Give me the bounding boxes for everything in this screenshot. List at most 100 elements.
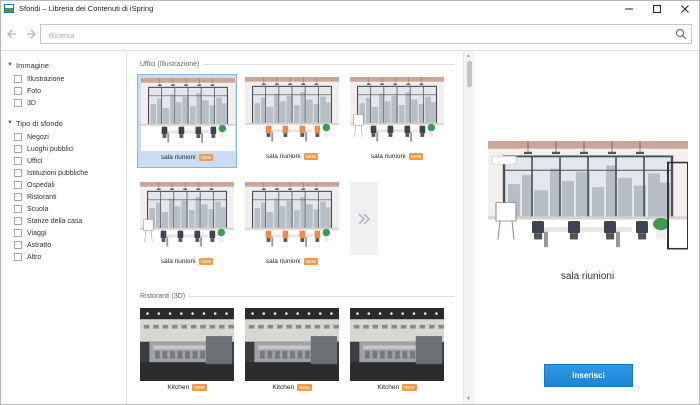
filter-group-title: Tipo di sfondo [16, 118, 63, 128]
checkbox[interactable] [14, 253, 22, 261]
background-tile[interactable]: sala riunioni NEW [137, 179, 237, 273]
filter-option[interactable]: Stanze della casa [1, 215, 126, 227]
filter-option-label: Negozi [27, 133, 49, 141]
thumbnail [350, 77, 444, 150]
filter-option-label: Stanze della casa [27, 217, 83, 225]
checkbox[interactable] [14, 193, 22, 201]
thumbnail [350, 308, 444, 381]
maximize-button[interactable] [643, 1, 671, 16]
section-header: Ristoranti (3D) [140, 293, 454, 300]
background-tile[interactable]: Kitchen NEW [137, 305, 237, 399]
checkbox[interactable] [14, 75, 22, 83]
filter-option[interactable]: Luoghi pubblici [1, 143, 126, 155]
filter-group-header[interactable]: ▼ Immagine [1, 59, 126, 71]
arrow-left-icon [7, 29, 16, 39]
tile-caption: Kitchen [167, 384, 190, 391]
section-title: Uffici (Illustrazione) [140, 61, 200, 68]
new-badge: NEW [297, 384, 312, 391]
thumbnail [245, 308, 339, 381]
checkbox[interactable] [14, 169, 22, 177]
section-header: Uffici (Illustrazione) [140, 61, 454, 68]
gallery-panel: Uffici (Illustrazione) sala riunioni NEW … [128, 50, 462, 404]
chevron-down-icon: ▼ [7, 62, 13, 68]
filter-group-title: Immagine [16, 60, 49, 70]
filter-option[interactable]: Astratto [1, 239, 126, 251]
scrollbar-thumb[interactable] [467, 61, 472, 87]
checkbox[interactable] [14, 241, 22, 249]
title-bar: Sfondi – Libreria dei Contenuti di iSpri… [1, 1, 699, 16]
filter-option-label: Foto [27, 87, 42, 95]
filter-option-label: Istituzioni pubbliche [27, 169, 89, 177]
new-badge: NEW [198, 154, 214, 161]
new-badge: NEW [408, 153, 424, 160]
filter-option[interactable]: Illustrazione [1, 73, 126, 85]
search-input[interactable] [41, 26, 661, 45]
scroll-down-icon[interactable]: ▼ [466, 396, 471, 402]
filter-panel: ▼ Immagine Illustrazione Foto 3D ▼ Tipo … [1, 50, 127, 404]
arrow-right-icon [27, 29, 36, 39]
background-tile[interactable]: Kitchen NEW [347, 305, 447, 399]
new-badge: NEW [303, 258, 319, 265]
close-button[interactable] [671, 1, 699, 16]
app-window: Sfondi – Libreria dei Contenuti di iSpri… [0, 0, 700, 405]
filter-option[interactable]: Viaggi [1, 227, 126, 239]
search-icon[interactable] [675, 28, 687, 40]
thumbnail [140, 182, 234, 255]
filter-option-label: Scuola [27, 205, 49, 213]
checkbox[interactable] [14, 99, 22, 107]
checkbox[interactable] [14, 87, 22, 95]
chevron-down-icon: ▼ [7, 120, 13, 126]
filter-option[interactable]: Negozi [1, 131, 126, 143]
gallery-scrollbar[interactable]: ▲ ▼ [463, 50, 475, 404]
new-badge: NEW [402, 384, 417, 391]
thumbnail [141, 78, 235, 151]
tile-caption: sala riunioni [265, 258, 301, 265]
background-tile[interactable]: sala riunioni NEW [347, 74, 447, 168]
background-tile[interactable]: sala riunioni NEW [137, 74, 237, 168]
filter-option[interactable]: Ristoranti [1, 191, 126, 203]
back-button[interactable] [4, 26, 20, 42]
filter-option-label: Luoghi pubblici [27, 145, 74, 153]
show-more-button[interactable] [350, 182, 378, 255]
filter-option[interactable]: Uffici [1, 155, 126, 167]
forward-button[interactable] [23, 26, 39, 42]
filter-option[interactable]: Scuola [1, 203, 126, 215]
checkbox[interactable] [14, 181, 22, 189]
minimize-button[interactable] [615, 1, 643, 16]
filter-option[interactable]: Altro [1, 251, 126, 263]
filter-option[interactable]: Ospedali [1, 179, 126, 191]
tile-caption: sala riunioni [160, 154, 196, 161]
checkbox[interactable] [14, 229, 22, 237]
thumbnail [245, 77, 339, 150]
filter-option[interactable]: 3D [1, 97, 126, 109]
new-badge: NEW [198, 258, 214, 265]
background-tile[interactable]: sala riunioni NEW [242, 179, 342, 273]
thumbnail [245, 182, 339, 255]
filter-option[interactable]: Foto [1, 85, 126, 97]
insert-button[interactable]: Inserisci [544, 364, 633, 387]
double-chevron-right-icon [358, 212, 371, 225]
tile-caption: sala riunioni [370, 153, 406, 160]
filter-option[interactable]: Istituzioni pubbliche [1, 167, 126, 179]
scroll-up-icon[interactable]: ▲ [466, 53, 471, 59]
filter-option-label: Viaggi [27, 229, 47, 237]
section-title: Ristoranti (3D) [140, 293, 186, 300]
maximize-icon [653, 4, 661, 13]
background-tile[interactable]: Kitchen NEW [242, 305, 342, 399]
checkbox[interactable] [14, 157, 22, 165]
preview-title: sala riunioni [560, 271, 615, 282]
checkbox[interactable] [14, 145, 22, 153]
toolbar [1, 23, 699, 45]
checkbox[interactable] [14, 133, 22, 141]
checkbox[interactable] [14, 217, 22, 225]
minimize-icon [625, 8, 633, 9]
filter-option-label: Illustrazione [27, 75, 65, 83]
filter-group-header[interactable]: ▼ Tipo di sfondo [1, 117, 126, 129]
checkbox[interactable] [14, 205, 22, 213]
tile-caption: sala riunioni [265, 153, 301, 160]
tile-caption: sala riunioni [160, 258, 196, 265]
new-badge: NEW [303, 153, 319, 160]
filter-option-label: Uffici [27, 157, 43, 165]
background-tile[interactable]: sala riunioni NEW [242, 74, 342, 168]
window-title: Sfondi – Libreria dei Contenuti di iSpri… [19, 4, 154, 13]
